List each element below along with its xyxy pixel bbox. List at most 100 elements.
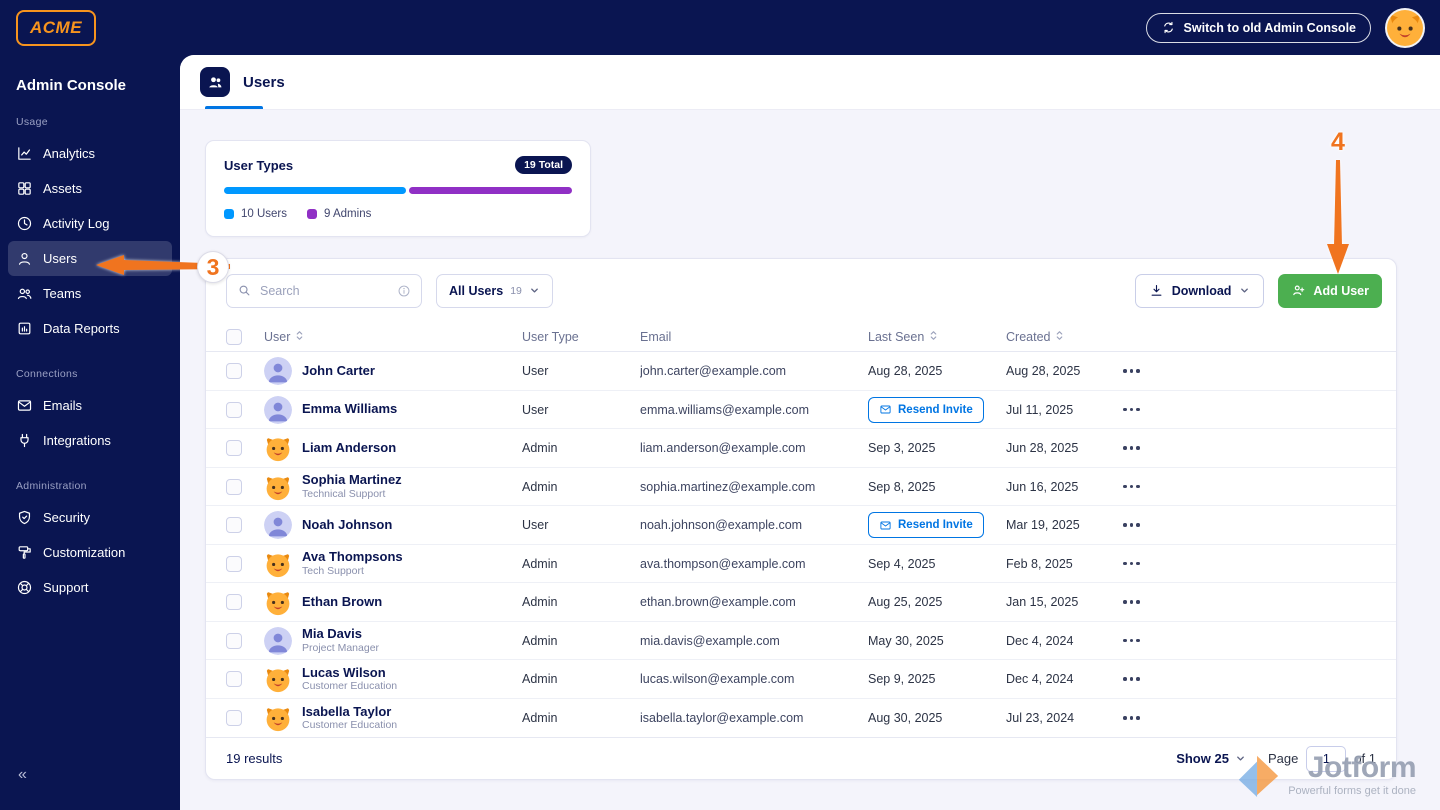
acme-logo-text: ACME (30, 18, 82, 37)
sidebar-item-assets[interactable]: Assets (8, 171, 172, 206)
created-cell: Dec 4, 2024 (1006, 672, 1111, 686)
table-row: Isabella TaylorCustomer Education Admin … (206, 699, 1396, 738)
row-checkbox[interactable] (226, 440, 242, 456)
user-cell: Ava ThompsonsTech Support (264, 550, 514, 578)
row-actions-button[interactable] (1119, 363, 1144, 379)
email-cell: ava.thompson@example.com (640, 557, 860, 571)
cat-avatar (264, 665, 292, 693)
mail-icon (879, 403, 892, 416)
row-checkbox[interactable] (226, 517, 242, 533)
show-per-page-dropdown[interactable]: Show 25 (1176, 751, 1246, 766)
row-checkbox[interactable] (226, 402, 242, 418)
row-actions-button[interactable] (1119, 633, 1144, 649)
download-button[interactable]: Download (1135, 274, 1265, 308)
sidebar-item-label: Assets (43, 181, 82, 196)
table-row: Mia DavisProject Manager Admin mia.davis… (206, 622, 1396, 661)
row-checkbox[interactable] (226, 671, 242, 687)
last-seen-cell: May 30, 2025 (868, 634, 998, 648)
row-actions-button[interactable] (1119, 402, 1144, 418)
header-email[interactable]: Email (640, 330, 860, 344)
sidebar-item-teams[interactable]: Teams (8, 276, 172, 311)
cat-avatar (264, 473, 292, 501)
row-checkbox[interactable] (226, 633, 242, 649)
header-created[interactable]: Created (1006, 329, 1111, 345)
cat-avatar-icon (1387, 10, 1423, 46)
user-name: Sophia Martinez (302, 473, 402, 488)
header-user[interactable]: User (264, 329, 514, 345)
header-last-seen[interactable]: Last Seen (868, 329, 998, 345)
select-all-checkbox[interactable] (226, 329, 242, 345)
table-row: John Carter User john.carter@example.com… (206, 352, 1396, 391)
row-checkbox[interactable] (226, 479, 242, 495)
resend-invite-button[interactable]: Resend Invite (868, 512, 984, 538)
table-footer: 19 results Show 25 Page of 1 (206, 737, 1396, 779)
created-cell: Mar 19, 2025 (1006, 518, 1111, 532)
sidebar-item-emails[interactable]: Emails (8, 388, 172, 423)
sidebar-item-activity-log[interactable]: Activity Log (8, 206, 172, 241)
email-cell: ethan.brown@example.com (640, 595, 860, 609)
sidebar-collapse-button[interactable]: « (18, 766, 27, 784)
sidebar-item-security[interactable]: Security (8, 500, 172, 535)
table-row: Ethan Brown Admin ethan.brown@example.co… (206, 583, 1396, 622)
sidebar-item-users[interactable]: Users (8, 241, 172, 276)
cat-avatar (264, 588, 292, 616)
info-icon[interactable] (397, 284, 411, 298)
row-actions-button[interactable] (1119, 517, 1144, 533)
last-seen-cell: Resend Invite (868, 512, 998, 538)
row-checkbox[interactable] (226, 594, 242, 610)
user-type-cell: User (522, 518, 632, 532)
admins-bar-segment (409, 187, 572, 194)
row-checkbox[interactable] (226, 556, 242, 572)
created-cell: Jan 15, 2025 (1006, 595, 1111, 609)
user-avatar[interactable] (1387, 10, 1423, 46)
email-cell: mia.davis@example.com (640, 634, 860, 648)
users-page-icon (200, 67, 230, 97)
user-name: Mia Davis (302, 627, 379, 642)
user-type-cell: Admin (522, 672, 632, 686)
row-actions-button[interactable] (1119, 594, 1144, 610)
table-toolbar: All Users 19 Download Add User (206, 259, 1396, 323)
add-user-button[interactable]: Add User (1278, 274, 1382, 308)
sidebar-item-customization[interactable]: Customization (8, 535, 172, 570)
data-reports-icon (16, 320, 33, 337)
last-seen-cell: Sep 3, 2025 (868, 441, 998, 455)
page-of-label: of 1 (1354, 751, 1376, 766)
activity-log-icon (16, 215, 33, 232)
row-actions-button[interactable] (1119, 671, 1144, 687)
sidebar-item-label: Customization (43, 545, 125, 560)
user-name: Ethan Brown (302, 595, 382, 610)
header-user-type[interactable]: User Type (522, 330, 632, 344)
row-checkbox[interactable] (226, 363, 242, 379)
search-input[interactable] (260, 284, 389, 298)
sidebar-item-analytics[interactable]: Analytics (8, 136, 172, 171)
created-cell: Jul 11, 2025 (1006, 403, 1111, 417)
row-actions-button[interactable] (1119, 440, 1144, 456)
pagination: Page of 1 (1268, 746, 1376, 772)
user-filter-dropdown[interactable]: All Users 19 (436, 274, 553, 308)
sidebar-item-integrations[interactable]: Integrations (8, 423, 172, 458)
switch-to-old-console-button[interactable]: Switch to old Admin Console (1146, 13, 1371, 43)
resend-invite-button[interactable]: Resend Invite (868, 397, 984, 423)
page-number-input[interactable] (1306, 746, 1346, 772)
last-seen-cell: Resend Invite (868, 397, 998, 423)
email-cell: sophia.martinez@example.com (640, 480, 860, 494)
main-panel: Users User Types 19 Total 10 Users 9 Adm… (180, 55, 1440, 810)
user-cell: Emma Williams (264, 396, 514, 424)
users-table-card: All Users 19 Download Add User User User… (205, 258, 1397, 780)
topbar: ACME Switch to old Admin Console (0, 0, 1440, 55)
email-cell: isabella.taylor@example.com (640, 711, 860, 725)
row-checkbox[interactable] (226, 710, 242, 726)
sidebar-item-support[interactable]: Support (8, 570, 172, 605)
row-actions-button[interactable] (1119, 710, 1144, 726)
email-icon (16, 397, 33, 414)
row-actions-button[interactable] (1119, 556, 1144, 572)
sort-icon (929, 329, 938, 345)
user-types-bar (224, 187, 572, 194)
sidebar-item-label: Emails (43, 398, 82, 413)
switch-button-label: Switch to old Admin Console (1184, 21, 1356, 35)
plug-icon (16, 432, 33, 449)
sidebar-item-data-reports[interactable]: Data Reports (8, 311, 172, 346)
last-seen-cell: Sep 4, 2025 (868, 557, 998, 571)
row-actions-button[interactable] (1119, 479, 1144, 495)
user-subtitle: Customer Education (302, 719, 397, 731)
